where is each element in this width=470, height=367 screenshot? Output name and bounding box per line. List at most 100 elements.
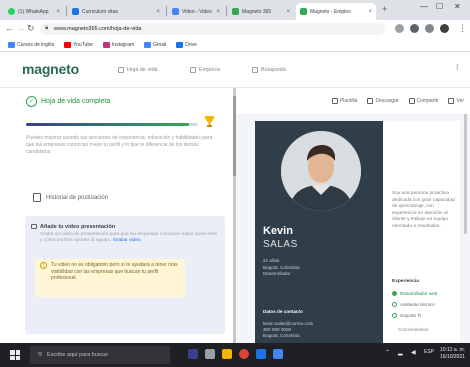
- tab-label: (1) WhatsApp: [18, 8, 49, 15]
- extension-icon[interactable]: [410, 24, 419, 33]
- browser-tab[interactable]: (1) WhatsApp ×: [4, 3, 64, 20]
- nav-item-hoja[interactable]: Hoja de vida: [118, 67, 158, 73]
- cv-last-name: SALAS: [263, 239, 298, 250]
- search-icon: ⚲: [38, 352, 43, 358]
- bookmark-item[interactable]: Drive: [176, 41, 197, 48]
- tab-download[interactable]: Descargar: [367, 98, 399, 104]
- cv-role: Desarrollador: [263, 271, 291, 276]
- file-explorer-icon[interactable]: [222, 349, 232, 359]
- bookmark-item[interactable]: YouTube: [64, 41, 93, 48]
- browser-tab[interactable]: Magneto 365 ×: [228, 3, 294, 20]
- person-portrait: [281, 131, 361, 211]
- extension-icon[interactable]: [395, 24, 404, 33]
- check-circle-icon: ✓: [26, 96, 37, 107]
- browser-tab-active[interactable]: Magneto - Empleo ×: [296, 3, 376, 20]
- info-alert: i Tu video no es obligatorio pero sí te …: [35, 259, 185, 297]
- network-icon[interactable]: ▂: [398, 349, 403, 356]
- experience-label: Asistente técnico: [400, 302, 435, 307]
- tray-chevron-icon[interactable]: ⌃: [385, 349, 390, 356]
- store-icon[interactable]: [256, 349, 266, 359]
- chrome-icon[interactable]: [239, 349, 249, 359]
- tab-template[interactable]: Plantilla: [331, 98, 358, 104]
- forward-icon[interactable]: →: [16, 23, 25, 33]
- close-icon[interactable]: ×: [368, 9, 372, 15]
- cv-document: Kevin SALAS 21 años Bogotá, Colombia Des…: [255, 121, 460, 343]
- site-header: magneto Hoja de vida Empleos Búsqueda ⁝: [0, 53, 470, 88]
- reload-icon[interactable]: ↻: [27, 23, 35, 34]
- browser-window: (1) WhatsApp × Curriculum vitae × Video …: [0, 0, 470, 343]
- instagram-icon: [102, 41, 110, 48]
- nav-item-empleos[interactable]: Empleos: [190, 67, 220, 73]
- system-clock[interactable]: 10:12 a. m. 16/10/2021: [440, 347, 465, 360]
- timeline-dot-icon: [392, 302, 397, 307]
- bookmark-item[interactable]: Instagram: [102, 41, 135, 48]
- magneto-logo[interactable]: magneto: [22, 61, 79, 77]
- bookmark-label: Instagram: [111, 41, 135, 48]
- close-icon[interactable]: ×: [286, 9, 290, 15]
- experience-item[interactable]: Soporte TI: [392, 313, 421, 318]
- video-icon: [172, 8, 179, 15]
- search-icon: [252, 67, 258, 73]
- info-icon: i: [40, 262, 47, 269]
- cv-address: Bogotá, Colombia: [263, 333, 300, 338]
- preview-scrollbar[interactable]: [464, 114, 467, 234]
- tab-view[interactable]: Ver: [448, 98, 464, 104]
- new-tab-button[interactable]: +: [382, 4, 387, 14]
- back-icon[interactable]: ←: [5, 23, 14, 33]
- nav-item-busqueda[interactable]: Búsqueda: [252, 67, 286, 73]
- tab-label: Plantilla: [339, 98, 358, 104]
- taskbar-search[interactable]: ⚲ Escribe aquí para buscar: [30, 346, 170, 364]
- doc-icon: [72, 8, 79, 15]
- maximize-icon[interactable]: ☐: [436, 2, 443, 11]
- language-icon[interactable]: ESP: [424, 349, 434, 355]
- volume-icon[interactable]: ◀︎: [411, 349, 416, 356]
- trophy-icon: [204, 116, 215, 127]
- magneto-icon: [300, 8, 307, 15]
- timeline-dot-icon: [392, 313, 397, 318]
- lock-icon: 🔒︎: [45, 25, 49, 31]
- tab-share[interactable]: Compartir: [408, 98, 438, 104]
- windows-start-icon[interactable]: [10, 350, 20, 360]
- close-icon[interactable]: ×: [56, 9, 60, 15]
- cv-experience-heading: Experiencia: [392, 279, 419, 284]
- cv-contact-info: kevin.salas@correo.com 300 000 0000 Bogo…: [263, 321, 313, 339]
- task-view-icon[interactable]: [188, 349, 198, 359]
- experience-item[interactable]: Desarrollador web: [392, 291, 437, 296]
- bookmark-label: Gmail: [153, 41, 167, 48]
- bookmark-star-icon[interactable]: [425, 24, 434, 33]
- settings-icon[interactable]: [205, 349, 215, 359]
- profile-avatar[interactable]: [440, 24, 449, 33]
- progress-fill: [26, 123, 190, 126]
- address-bar[interactable]: 🔒︎ www.magneto365.com/hoja-de-vida: [40, 23, 385, 35]
- tab-label: Descargar: [375, 98, 399, 104]
- bookmark-item[interactable]: Cursos de inglés: [8, 41, 54, 48]
- template-icon: [331, 98, 338, 104]
- menu-icon[interactable]: ⋮: [458, 23, 467, 34]
- mail-icon[interactable]: [273, 349, 283, 359]
- browser-tab[interactable]: Curriculum vitae ×: [68, 3, 164, 20]
- browser-tab[interactable]: Video - Video ×: [168, 3, 224, 20]
- download-icon: [367, 98, 374, 104]
- record-video-link[interactable]: Grabar video: [113, 238, 141, 243]
- experience-label: Desarrollador web: [400, 291, 438, 296]
- address-toolbar: ← → ↻ 🔒︎ www.magneto365.com/hoja-de-vida…: [0, 20, 470, 38]
- cv-sidebar: Kevin SALAS 21 años Bogotá, Colombia Des…: [255, 121, 383, 343]
- gmail-icon: [144, 41, 152, 48]
- briefcase-icon: [190, 67, 196, 73]
- left-panel: ✓ Hoja de vida completa Puedes mejorar u…: [0, 88, 232, 343]
- user-menu-icon[interactable]: ⁝: [456, 63, 459, 72]
- profile-photo: [281, 131, 361, 211]
- history-icon: [33, 193, 41, 202]
- minimize-icon[interactable]: —: [420, 2, 428, 11]
- nav-label: Empleos: [199, 67, 221, 73]
- close-window-icon[interactable]: ✕: [454, 2, 461, 11]
- close-icon[interactable]: ×: [156, 9, 160, 15]
- video-card-title: Añade tu video presentación: [40, 224, 116, 230]
- step-title-label: Hoja de vida completa: [41, 98, 111, 105]
- windows-taskbar: ⚲ Escribe aquí para buscar ⌃ ▂ ◀︎ ESP 10…: [0, 343, 470, 367]
- bookmark-item[interactable]: Gmail: [144, 41, 167, 48]
- share-icon: [408, 98, 415, 104]
- close-icon[interactable]: ×: [216, 9, 220, 15]
- experience-item[interactable]: Asistente técnico: [392, 302, 435, 307]
- history-link[interactable]: Historial de postulación: [33, 193, 108, 202]
